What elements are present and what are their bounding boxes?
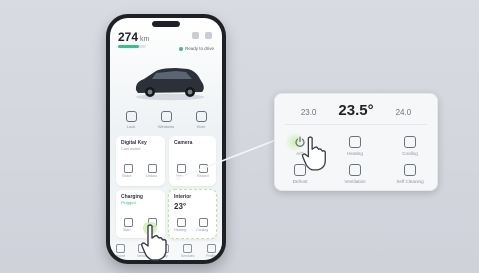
card-title: Camera — [174, 140, 193, 146]
control-label: Heating — [347, 151, 363, 156]
home-icon — [116, 244, 126, 253]
card-title: Interior — [174, 194, 192, 200]
card-subtitle: Plugged — [121, 200, 136, 205]
heating-control[interactable]: Heating — [338, 136, 372, 156]
heating-icon[interactable] — [177, 218, 186, 227]
tab-label: Profile — [206, 254, 217, 258]
climate-zoom-panel: 23.0 23.5° 24.0 A/C Heating Cooling Defr… — [274, 93, 438, 191]
temp-option-higher[interactable]: 24.0 — [396, 108, 412, 117]
card-subtitle: Connected — [121, 146, 141, 151]
ventilation-control[interactable]: Ventilation — [338, 164, 372, 184]
card-item-label: Cooling — [196, 228, 209, 232]
window-icon — [160, 111, 172, 122]
phone-notch — [152, 21, 180, 27]
tab-label: Home — [115, 254, 126, 258]
notification-icon[interactable] — [192, 32, 199, 39]
camera-icon[interactable] — [177, 164, 186, 173]
card-item-label: Unlock — [146, 174, 157, 178]
temperature-selector[interactable]: 23.0 23.5° 24.0 — [275, 102, 437, 119]
share-key-icon[interactable] — [124, 164, 133, 173]
range-value: 274 — [118, 30, 139, 44]
top-actions — [192, 32, 212, 39]
digital-key-card[interactable]: Digital Key Connected Share Unlock — [116, 136, 165, 186]
seat-cool-icon — [404, 136, 416, 148]
self-clean-icon — [404, 164, 416, 176]
card-item-label: View — [176, 174, 184, 178]
card-item-label: Heating — [174, 228, 187, 232]
vehicle-status: Ready to drive — [178, 46, 214, 51]
seat-heat-icon — [349, 136, 361, 148]
quick-action-label: Horn — [196, 124, 206, 129]
charge-start-icon[interactable] — [124, 218, 133, 227]
cooling-icon[interactable] — [199, 218, 208, 227]
self-cleaning-control[interactable]: Self Cleaning — [393, 164, 427, 184]
camera-card[interactable]: Camera View Record — [169, 136, 216, 186]
quick-action-label: Windows — [157, 124, 175, 129]
quick-action-windows[interactable]: Windows — [155, 111, 177, 129]
status-dot — [178, 46, 183, 51]
tab-services[interactable]: Services — [181, 244, 194, 258]
ventilation-icon — [349, 164, 361, 176]
quick-actions: Lock Windows Horn — [120, 111, 212, 129]
climate-temperature: 23° — [174, 202, 187, 211]
tap-hand-icon — [141, 222, 167, 261]
temp-option-lower[interactable]: 23.0 — [301, 108, 317, 117]
divider — [285, 124, 427, 125]
control-label: Defrost — [292, 179, 308, 184]
quick-action-horn[interactable]: Horn — [190, 111, 212, 129]
battery-bar-fill — [118, 45, 139, 48]
tutorial-illustration: 274 km Ready to drive Lock Windows Horn … — [0, 0, 479, 273]
quick-action-label: Lock — [126, 124, 136, 129]
range-unit: km — [140, 36, 150, 43]
services-icon — [183, 244, 193, 253]
unlock-icon[interactable] — [148, 164, 157, 173]
card-item-label: Start — [123, 228, 131, 232]
temp-current: 23.5° — [338, 102, 374, 119]
card-item-label: Record — [197, 174, 209, 178]
control-label: Ventilation — [344, 179, 366, 184]
lock-icon — [125, 111, 137, 122]
record-icon[interactable] — [199, 164, 208, 173]
cooling-control[interactable]: Cooling — [393, 136, 427, 156]
quick-action-lock[interactable]: Lock — [120, 111, 142, 129]
tab-label: Services — [180, 254, 195, 258]
tap-hand-icon — [301, 136, 326, 171]
control-label: Cooling — [402, 151, 418, 156]
control-label: Self Cleaning — [396, 179, 424, 184]
climate-card[interactable]: Interior 23° Heating Cooling — [168, 189, 217, 239]
tab-home[interactable]: Home — [116, 244, 125, 258]
status-text: Ready to drive — [184, 46, 214, 51]
range-readout: 274 km — [118, 30, 149, 44]
horn-icon — [195, 111, 207, 122]
tab-profile[interactable]: Profile — [206, 244, 216, 258]
vehicle-image — [135, 68, 204, 101]
card-item-label: Share — [122, 174, 132, 178]
battery-bar — [118, 45, 146, 48]
profile-icon — [206, 244, 216, 253]
settings-icon[interactable] — [205, 32, 212, 39]
